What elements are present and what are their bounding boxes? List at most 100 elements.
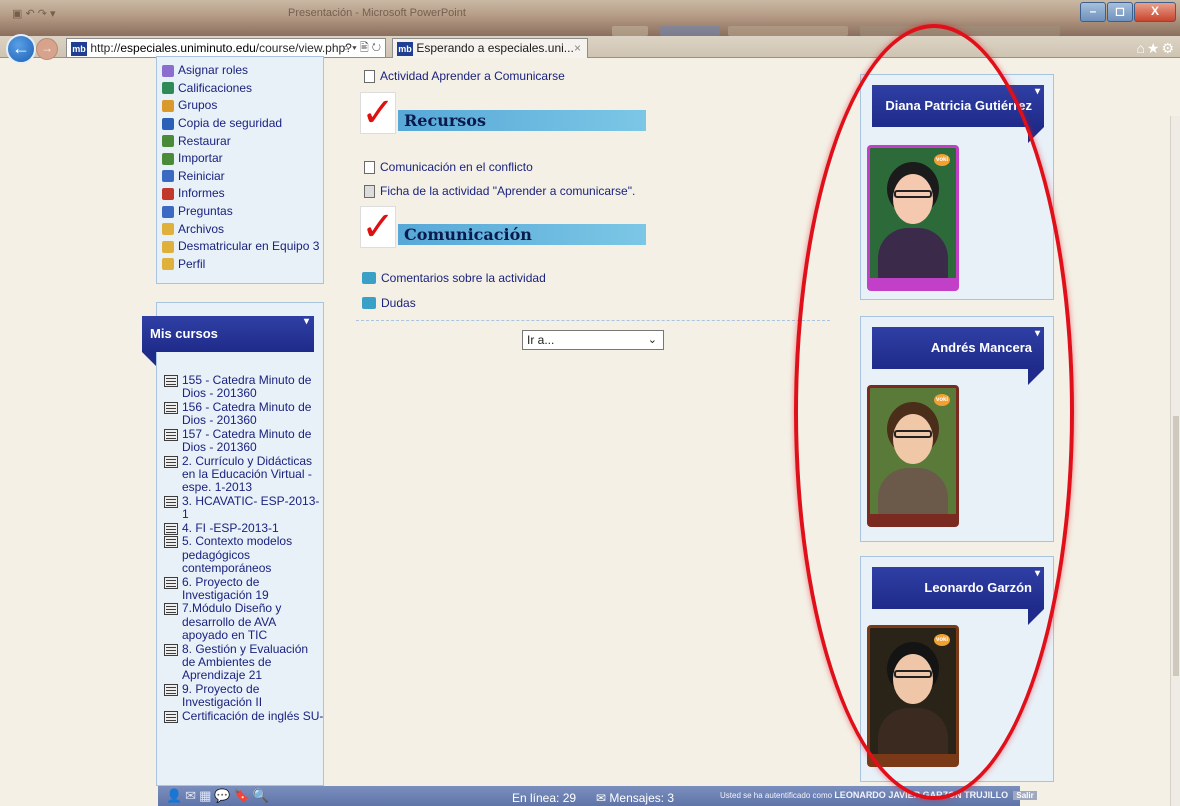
- window-controls: – ◻ X: [1079, 2, 1176, 22]
- collapse-caret-icon[interactable]: ▾: [304, 304, 309, 340]
- resource-link[interactable]: Comunicación en el conflicto: [364, 160, 533, 174]
- tab-close-icon[interactable]: ×: [574, 39, 581, 57]
- resource-link-label: Ficha de la actividad "Aprender a comuni…: [380, 184, 636, 198]
- admin-menu-item-label: Copia de seguridad: [178, 116, 283, 131]
- activity-link[interactable]: Actividad Aprender a Comunicarse: [364, 69, 565, 83]
- admin-menu-item-label: Asignar roles: [178, 63, 249, 78]
- collapse-caret-icon[interactable]: ▾: [1035, 71, 1040, 113]
- user-avatar[interactable]: voki: [867, 625, 959, 767]
- admin-menu-item[interactable]: Importar: [162, 150, 319, 168]
- back-button[interactable]: ←: [6, 34, 36, 64]
- avatar-player-bar[interactable]: [870, 754, 956, 764]
- course-link[interactable]: 6. Proyecto de Investigación 19: [164, 575, 324, 602]
- course-link[interactable]: 8. Gestión y Evaluación de Ambientes de …: [164, 642, 324, 683]
- forward-button[interactable]: →: [36, 38, 58, 60]
- my-courses-title: Mis cursos: [150, 326, 218, 341]
- forum-link[interactable]: Dudas: [362, 296, 416, 310]
- user-name[interactable]: LEONARDO JAVIER GARZON TRUJILLO: [834, 790, 1008, 800]
- user-name-header: Leonardo Garzón ▾: [872, 567, 1044, 625]
- resource-link[interactable]: Ficha de la actividad "Aprender a comuni…: [364, 184, 635, 198]
- course-link[interactable]: 4. FI -ESP-2013-1: [164, 521, 324, 535]
- avatar-player-bar[interactable]: [870, 514, 956, 524]
- voki-badge-icon: voki: [934, 154, 950, 166]
- scrollbar-thumb[interactable]: [1173, 416, 1179, 676]
- course-calendar-icon: [164, 455, 178, 468]
- course-calendar-icon: [164, 495, 178, 508]
- course-link[interactable]: 156 - Catedra Minuto de Dios - 201360: [164, 399, 324, 428]
- admin-menu-item[interactable]: Preguntas: [162, 203, 319, 221]
- address-bar[interactable]: mb http://especiales.uniminuto.edu/cours…: [66, 38, 386, 58]
- course-link[interactable]: 157 - Catedra Minuto de Dios - 201360: [164, 426, 324, 455]
- course-link[interactable]: 5. Contexto modelos pedagógicos contempo…: [164, 535, 324, 575]
- admin-menu-item[interactable]: Asignar roles: [162, 62, 319, 80]
- dock-icons[interactable]: 👤✉▦💬🔖🔍: [166, 788, 272, 804]
- admin-menu-item[interactable]: Archivos: [162, 220, 319, 238]
- admin-menu-item[interactable]: Restaurar: [162, 132, 319, 150]
- user-name-header: Diana Patricia Gutiérrez ▾: [872, 85, 1044, 143]
- course-link-label: 155 - Catedra Minuto de Dios - 201360: [182, 373, 312, 401]
- admin-menu-item-label: Importar: [178, 151, 223, 166]
- header-ribbon-tail: [1028, 127, 1044, 143]
- collapse-caret-icon[interactable]: ▾: [1035, 553, 1040, 595]
- chevron-down-icon: ⌄: [647, 334, 657, 346]
- user-name[interactable]: Diana Patricia Gutiérrez: [885, 98, 1032, 113]
- admin-menu-item[interactable]: Informes: [162, 185, 319, 203]
- user-name[interactable]: Leonardo Garzón: [924, 580, 1032, 595]
- course-calendar-icon: [164, 401, 178, 414]
- close-button[interactable]: X: [1134, 2, 1176, 22]
- browser-tab[interactable]: mb Esperando a especiales.uni... ×: [392, 38, 588, 58]
- my-courses-header: Mis cursos ▾: [142, 316, 314, 366]
- course-link-label: 157 - Catedra Minuto de Dios - 201360: [182, 426, 312, 455]
- course-link-label: 2. Currículo y Didácticas en la Educació…: [182, 453, 313, 495]
- unenrol-icon: [162, 240, 174, 253]
- online-count[interactable]: En línea: 29: [512, 791, 576, 805]
- grades-icon: [162, 82, 174, 95]
- user-avatar[interactable]: voki: [867, 145, 959, 291]
- maximize-button[interactable]: ◻: [1107, 2, 1133, 22]
- roles-icon: [162, 64, 174, 77]
- course-link[interactable]: 3. HCAVATIC- ESP-2013-1: [164, 494, 324, 521]
- admin-menu-item[interactable]: Copia de seguridad: [162, 115, 319, 133]
- course-link[interactable]: 2. Currículo y Didácticas en la Educació…: [164, 453, 324, 495]
- admin-menu-item[interactable]: Perfil: [162, 256, 319, 274]
- voki-badge-icon: voki: [934, 634, 950, 646]
- course-link-label: 7.Módulo Diseño y desarrollo de AVA apoy…: [182, 601, 282, 642]
- course-calendar-icon: [164, 576, 178, 589]
- admin-menu-item[interactable]: Reiniciar: [162, 168, 319, 186]
- jump-to-select[interactable]: Ir a... ⌄: [522, 330, 664, 350]
- course-link[interactable]: 9. Proyecto de Investigación II: [164, 682, 324, 709]
- vertical-scrollbar[interactable]: [1170, 116, 1180, 806]
- backup-icon: [162, 117, 174, 130]
- avatar-glasses: [894, 190, 932, 198]
- admin-menu-item[interactable]: Calificaciones: [162, 80, 319, 98]
- admin-menu-item-label: Reiniciar: [178, 168, 225, 183]
- course-link-label: 5. Contexto modelos pedagógicos contempo…: [182, 534, 293, 575]
- jump-to-value: Ir a...: [527, 333, 555, 347]
- image-file-icon: [364, 184, 375, 198]
- home-favorites-settings-icons[interactable]: ⌂★⚙: [1136, 40, 1176, 57]
- course-link[interactable]: 7.Módulo Diseño y desarrollo de AVA apoy…: [164, 602, 324, 642]
- course-link-label: 156 - Catedra Minuto de Dios - 201360: [182, 399, 312, 428]
- forum-icon: [362, 272, 376, 284]
- forum-icon: [362, 297, 376, 309]
- reports-icon: [162, 187, 174, 200]
- admin-menu-item[interactable]: Desmatricular en Equipo 3: [162, 238, 319, 256]
- minimize-button[interactable]: –: [1080, 2, 1106, 22]
- section-divider: [356, 320, 830, 321]
- avatar-player-bar[interactable]: [870, 278, 956, 288]
- course-calendar-icon: [164, 683, 178, 696]
- course-link[interactable]: Certificación de inglés SU-: [164, 709, 324, 723]
- address-bar-icons[interactable]: ⌕ ▾ 🖹 ↻: [343, 39, 381, 57]
- admin-menu-item[interactable]: Grupos: [162, 97, 319, 115]
- avatar-body: [878, 468, 948, 518]
- admin-menu-item-label: Informes: [178, 186, 225, 201]
- header-ribbon-tail: [1028, 609, 1044, 625]
- course-link[interactable]: 155 - Catedra Minuto de Dios - 201360: [164, 373, 324, 401]
- messages-link[interactable]: ✉ Mensajes: 3: [596, 791, 674, 805]
- user-name[interactable]: Andrés Mancera: [931, 340, 1032, 355]
- admin-menu: Asignar roles Calificaciones Grupos Copia d…: [162, 62, 319, 273]
- forum-link[interactable]: Comentarios sobre la actividad: [362, 271, 546, 285]
- collapse-caret-icon[interactable]: ▾: [1035, 313, 1040, 355]
- logout-button[interactable]: Salir: [1013, 791, 1037, 800]
- user-avatar[interactable]: voki: [867, 385, 959, 527]
